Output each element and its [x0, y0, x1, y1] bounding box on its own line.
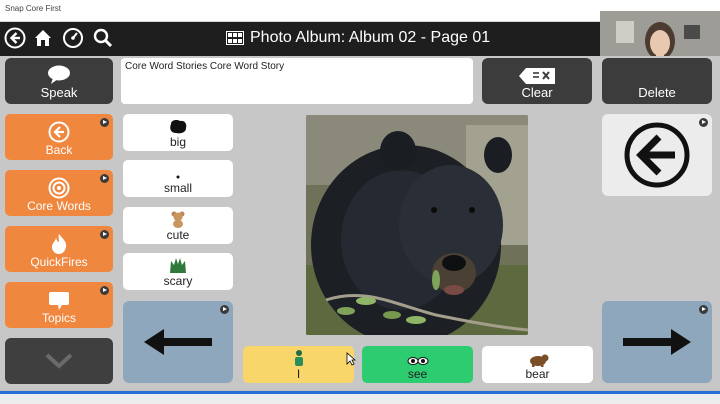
bear-photo-image: [306, 115, 528, 335]
message-text: Core Word Stories Core Word Story: [125, 61, 285, 72]
word-button-cute[interactable]: cute: [123, 207, 233, 244]
back-arrow-icon: [48, 121, 70, 143]
speak-button[interactable]: Speak: [5, 58, 113, 104]
sidebar-item-core-words[interactable]: Core Words: [5, 170, 113, 216]
sentence-word-label: see: [407, 367, 428, 381]
eraser-icon: [519, 68, 555, 84]
next-page-button[interactable]: [602, 301, 712, 383]
album-photo: [306, 115, 528, 335]
message-bar[interactable]: Core Word Stories Core Word Story: [121, 58, 473, 104]
popup-arrow-icon: [699, 118, 708, 127]
popup-arrow-icon: [100, 286, 109, 295]
circle-back-arrow-icon: [624, 122, 690, 188]
small-dot-icon: [176, 175, 180, 179]
navigation-bar: Photo Album: Album 02 - Page 01: [0, 22, 600, 56]
arrow-left-icon: [144, 329, 212, 355]
sidebar-item-label: Core Words: [27, 199, 91, 213]
main-grid: Speak Core Word Stories Core Word Story …: [0, 56, 720, 390]
word-button-small[interactable]: small: [123, 160, 233, 197]
word-button-big[interactable]: big: [123, 114, 233, 151]
popup-arrow-icon: [699, 305, 708, 314]
app-title: Snap Core First: [5, 4, 62, 13]
person-icon: [294, 350, 303, 366]
sidebar-item-quickfires[interactable]: QuickFires: [5, 226, 113, 272]
mouse-cursor-icon: [346, 352, 356, 366]
speech-icon: [48, 65, 70, 84]
speak-label: Speak: [40, 85, 78, 100]
chevron-down-icon: [45, 353, 73, 369]
word-label: cute: [166, 228, 190, 242]
sidebar-item-topics[interactable]: Topics: [5, 282, 113, 328]
sentence-word-bear[interactable]: bear: [482, 346, 593, 383]
word-label: scary: [163, 274, 193, 288]
taskbar-accent: [0, 391, 720, 394]
bear-icon: [529, 354, 548, 367]
flame-icon: [52, 234, 67, 254]
teddy-bear-icon: [171, 211, 185, 228]
clear-button[interactable]: Clear: [482, 58, 592, 104]
delete-label: Delete: [638, 85, 676, 100]
page-title-text: Photo Album: Album 02 - Page 01: [250, 29, 491, 46]
monster-icon: [170, 258, 186, 273]
dashboard-icon[interactable]: [60, 25, 86, 51]
speech-bubble-icon: [49, 292, 69, 310]
target-icon: [48, 177, 70, 199]
word-label: small: [163, 181, 192, 195]
delete-button[interactable]: Delete: [602, 58, 712, 104]
word-button-scary[interactable]: scary: [123, 253, 233, 290]
sidebar-item-label: Back: [45, 143, 73, 157]
os-taskbar: [0, 390, 720, 404]
sidebar-item-label: QuickFires: [30, 255, 88, 269]
back-circle-button[interactable]: [602, 114, 712, 196]
clear-label: Clear: [521, 85, 553, 100]
word-label: big: [169, 135, 186, 149]
sentence-word-label: I: [296, 367, 301, 381]
album-icon: [226, 31, 244, 45]
arrow-right-icon: [623, 329, 691, 355]
sentence-word-i[interactable]: I: [243, 346, 354, 383]
page-title: Photo Album: Album 02 - Page 01: [226, 29, 490, 47]
big-blob-icon: [170, 120, 187, 134]
popup-arrow-icon: [220, 305, 229, 314]
back-circle-icon[interactable]: [2, 25, 28, 51]
home-icon[interactable]: [30, 25, 56, 51]
sentence-word-label: bear: [525, 367, 550, 381]
popup-arrow-icon: [100, 230, 109, 239]
previous-page-button[interactable]: [123, 301, 233, 383]
sentence-word-see[interactable]: see: [362, 346, 473, 383]
sidebar-item-back[interactable]: Back: [5, 114, 113, 160]
sidebar-item-label: Topics: [41, 311, 76, 325]
popup-arrow-icon: [100, 118, 109, 127]
search-icon[interactable]: [90, 25, 116, 51]
eyes-icon: [407, 357, 428, 365]
popup-arrow-icon: [100, 174, 109, 183]
scroll-down-button[interactable]: [5, 338, 113, 384]
